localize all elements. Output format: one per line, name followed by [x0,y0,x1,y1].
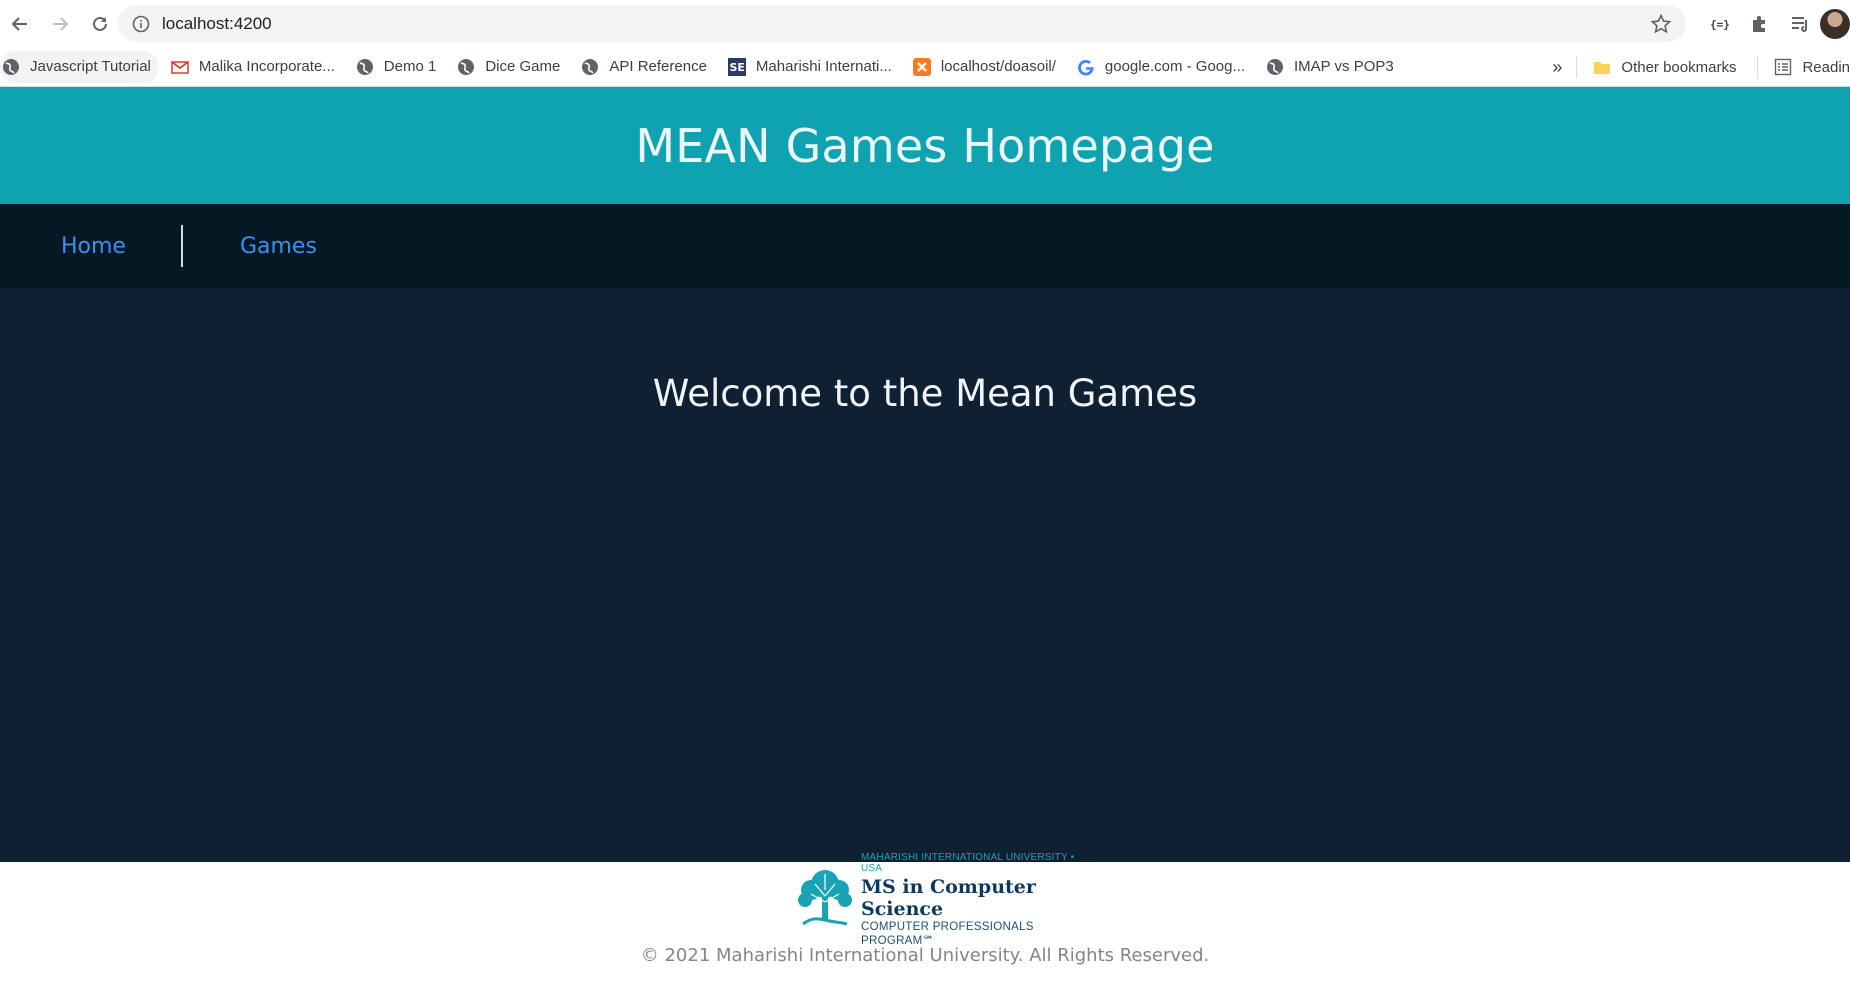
globe-icon [1266,58,1283,75]
svg-text:SE: SE [729,61,744,74]
globe-icon [356,58,373,75]
page-header: MEAN Games Homepage [0,87,1850,204]
divider [1757,56,1759,78]
folder-icon [1594,62,1611,74]
tree-logo-icon [798,870,852,926]
star-icon[interactable] [1650,13,1672,35]
bookmark-item[interactable]: API Reference [579,51,716,83]
arrow-right-icon [53,16,69,31]
page-title: MEAN Games Homepage [635,118,1215,173]
logo-text: MAHARISHI INTERNATIONAL UNIVERSITY • USA… [861,851,1075,947]
miu-logo: MAHARISHI INTERNATIONAL UNIVERSITY • USA… [793,852,1093,947]
profile-avatar[interactable] [1820,8,1850,39]
extensions-area: {=} [1700,0,1850,47]
xampp-icon [912,57,931,76]
bookmark-item[interactable]: Dice Game [455,51,569,83]
se-icon: SE [727,57,746,76]
bookmark-item[interactable]: Javascript Tutorial [0,50,159,83]
globe-icon [458,58,475,75]
bookmark-item[interactable]: localhost/doasoil/ [911,51,1065,83]
reload-icon [93,16,107,31]
nav-link-home[interactable]: Home [61,234,126,259]
reading-list-icon [1775,58,1792,76]
forward-button[interactable] [40,4,80,44]
more-bookmarks-button[interactable]: » [1552,57,1562,78]
arrow-left-icon [11,16,27,31]
copyright-text: © 2021 Maharishi International Universit… [640,945,1210,966]
bookmarks-bar: Javascript Tutorial Malika Incorporate..… [0,47,1850,87]
page-footer: MAHARISHI INTERNATIONAL UNIVERSITY • USA… [0,852,1850,985]
bookmark-item[interactable]: IMAP vs POP3 [1264,51,1403,83]
svg-text:{=}: {=} [1710,18,1730,31]
puzzle-icon[interactable] [1740,4,1780,44]
reload-button[interactable] [80,4,120,44]
address-bar[interactable]: localhost:4200 [118,5,1686,42]
divider [1576,56,1578,78]
globe-icon [582,58,599,75]
google-icon [1077,59,1094,76]
back-button[interactable] [0,4,40,44]
bookmark-item[interactable]: Malika Incorporate... [169,51,344,83]
reading-list-icon[interactable] [1780,4,1820,44]
bookmarks-right: » Other bookmarks Readin [1552,47,1850,87]
main-content: Welcome to the Mean Games [0,288,1850,862]
bookmark-item[interactable]: SE Maharishi Internati... [726,51,901,83]
bookmark-item[interactable]: google.com - Goog... [1075,51,1254,83]
reading-list-button[interactable]: Readin [1772,51,1850,83]
other-bookmarks-folder[interactable]: Other bookmarks [1591,51,1745,83]
browser-toolbar: localhost:4200 {=} [0,0,1850,47]
nav-divider [180,225,183,267]
main-nav: Home Games [0,204,1850,288]
bookmark-item[interactable]: Demo 1 [354,51,446,83]
info-icon[interactable] [132,15,150,33]
page-content: MEAN Games Homepage Home Games Welcome t… [0,87,1850,985]
welcome-heading: Welcome to the Mean Games [652,372,1198,415]
url-text[interactable]: localhost:4200 [162,14,272,34]
globe-icon [3,58,19,75]
gmail-icon [171,60,189,74]
json-extension-icon[interactable]: {=} [1700,4,1740,44]
nav-link-games[interactable]: Games [240,234,317,259]
